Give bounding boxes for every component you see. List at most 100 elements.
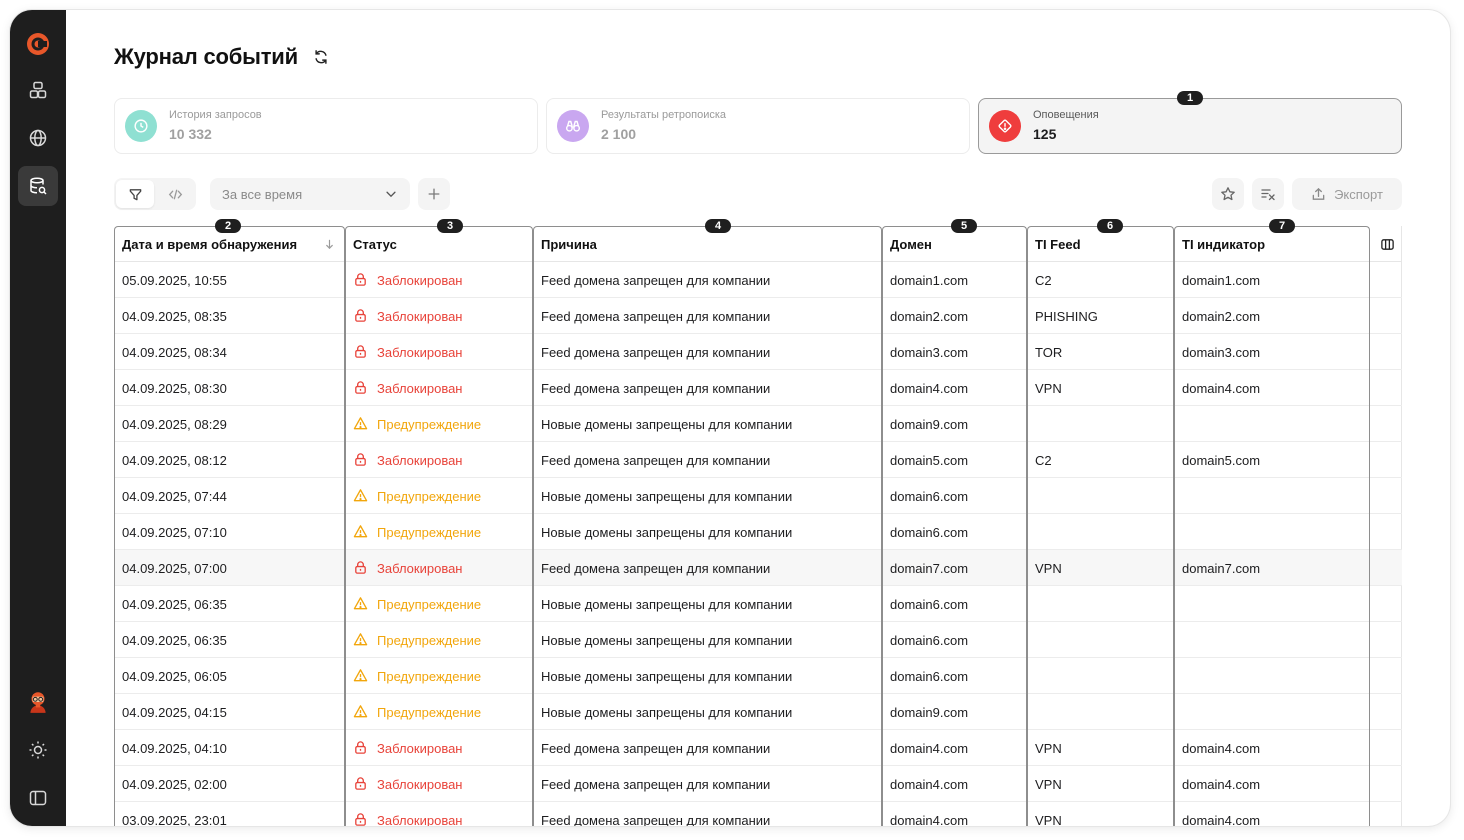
table-row[interactable]: 04.09.2025, 07:10 Предупреждение Новые дом… (114, 514, 1402, 550)
alert-diamond-icon (989, 110, 1021, 142)
cell-reason: Новые домены запрещены для компании (541, 416, 793, 432)
columns-icon[interactable] (1372, 226, 1402, 262)
warning-icon (353, 524, 369, 540)
cell-date: 04.09.2025, 08:35 (122, 308, 227, 324)
cell-status: Предупреждение (345, 694, 533, 730)
cell-status: Предупреждение (345, 586, 533, 622)
export-label: Экспорт (1334, 186, 1383, 202)
panel-icon[interactable] (18, 778, 58, 818)
cell-reason: Feed домена запрещен для компании (541, 452, 771, 468)
period-select[interactable]: За все время (210, 178, 410, 210)
filter-icon[interactable] (116, 180, 154, 208)
status-label: Предупреждение (377, 524, 482, 540)
code-icon[interactable] (156, 180, 194, 208)
cell-feed: VPN (1035, 740, 1062, 756)
period-select-value: За все время (222, 186, 303, 202)
cell-reason: Feed домена запрещен для компании (541, 272, 771, 288)
cell-status: Предупреждение (345, 406, 533, 442)
add-filter-button[interactable] (418, 178, 450, 210)
cell-domain: domain2.com (890, 308, 969, 324)
cell-domain: domain5.com (890, 452, 969, 468)
cell-feed: TOR (1035, 344, 1063, 360)
cell-feed: C2 (1035, 452, 1052, 468)
table-row[interactable]: 04.09.2025, 07:00 Заблокирован Feed домена… (114, 550, 1402, 586)
table-row[interactable]: 04.09.2025, 08:34 Заблокирован Feed домена… (114, 334, 1402, 370)
cell-status: Предупреждение (345, 514, 533, 550)
cell-domain: domain4.com (890, 812, 969, 827)
cell-date: 04.09.2025, 07:44 (122, 488, 227, 504)
table-row[interactable]: 04.09.2025, 08:35 Заблокирован Feed домена… (114, 298, 1402, 334)
clear-sort-button[interactable] (1252, 178, 1284, 210)
globe-icon[interactable] (18, 118, 58, 158)
status-label: Предупреждение (377, 704, 482, 720)
cell-domain: domain9.com (890, 704, 969, 720)
cell-domain: domain6.com (890, 488, 969, 504)
logo-icon[interactable] (18, 24, 58, 64)
cell-domain: domain1.com (890, 272, 969, 288)
badge-7: 7 (1269, 219, 1295, 233)
avatar[interactable] (18, 682, 58, 722)
lock-icon (353, 740, 369, 756)
cell-domain: domain7.com (890, 560, 969, 576)
dashboard-icon[interactable] (18, 70, 58, 110)
toolbar-actions: Экспорт (1212, 178, 1402, 210)
page-title: Журнал событий (114, 44, 298, 69)
status-label: Заблокирован (377, 740, 463, 756)
status-label: Предупреждение (377, 596, 482, 612)
table-row[interactable]: 03.09.2025, 23:01 Заблокирован Feed домена… (114, 802, 1402, 827)
table-row[interactable]: 04.09.2025, 06:35 Предупреждение Новые дом… (114, 622, 1402, 658)
sun-icon[interactable] (18, 730, 58, 770)
table-row[interactable]: 04.09.2025, 06:35 Предупреждение Новые дом… (114, 586, 1402, 622)
cell-domain: domain4.com (890, 380, 969, 396)
table-row[interactable]: 04.09.2025, 08:12 Заблокирован Feed домена… (114, 442, 1402, 478)
card-value: 10 332 (169, 126, 212, 142)
cell-date: 04.09.2025, 04:10 (122, 740, 227, 756)
cell-reason: Feed домена запрещен для компании (541, 308, 771, 324)
table-row[interactable]: 04.09.2025, 08:29 Предупреждение Новые дом… (114, 406, 1402, 442)
status-label: Предупреждение (377, 416, 482, 432)
favorite-button[interactable] (1212, 178, 1244, 210)
cell-domain: domain4.com (890, 740, 969, 756)
cell-feed (1027, 514, 1174, 550)
cell-reason: Feed домена запрещен для компании (541, 344, 771, 360)
sort-arrow-down-icon[interactable] (324, 239, 335, 250)
cell-feed (1027, 622, 1174, 658)
card-retro-search[interactable]: Результаты ретропоиска 2 100 (546, 98, 970, 154)
table-row[interactable]: 04.09.2025, 02:00 Заблокирован Feed домена… (114, 766, 1402, 802)
card-request-history[interactable]: История запросов 10 332 (114, 98, 538, 154)
table-row[interactable]: 04.09.2025, 06:05 Предупреждение Новые дом… (114, 658, 1402, 694)
database-search-icon[interactable] (18, 166, 58, 206)
card-label: Оповещения (1033, 109, 1099, 121)
export-button[interactable]: Экспорт (1292, 178, 1402, 210)
cell-date: 04.09.2025, 08:30 (122, 380, 227, 396)
app-window: Журнал событий История запросов 10 332 Р… (10, 10, 1450, 826)
status-label: Предупреждение (377, 488, 482, 504)
refresh-icon[interactable] (312, 48, 330, 66)
cell-reason: Новые домены запрещены для компании (541, 524, 793, 540)
table-header: Дата и время обнаружения Статус Причина … (114, 226, 1402, 262)
cell-feed: VPN (1035, 380, 1062, 396)
status-label: Заблокирован (377, 272, 463, 288)
cell-status: Предупреждение (345, 622, 533, 658)
warning-icon (353, 632, 369, 648)
plus-icon (428, 188, 440, 200)
table-row[interactable]: 04.09.2025, 04:15 Предупреждение Новые дом… (114, 694, 1402, 730)
cell-reason: Новые домены запрещены для компании (541, 632, 793, 648)
card-alerts[interactable]: Оповещения 125 (978, 98, 1402, 154)
table-row[interactable]: 05.09.2025, 10:55 Заблокирован Feed домена… (114, 262, 1402, 298)
table-row[interactable]: 04.09.2025, 08:30 Заблокирован Feed домена… (114, 370, 1402, 406)
cell-indicator: domain4.com (1182, 776, 1261, 792)
cell-status: Заблокирован (345, 442, 533, 478)
cell-feed (1027, 658, 1174, 694)
lock-icon (353, 272, 369, 288)
cell-indicator (1174, 478, 1370, 514)
cell-reason: Feed домена запрещен для компании (541, 776, 771, 792)
table-row[interactable]: 04.09.2025, 07:44 Предупреждение Новые дом… (114, 478, 1402, 514)
cell-status: Предупреждение (345, 478, 533, 514)
upload-icon (1312, 187, 1325, 200)
cell-domain: domain6.com (890, 668, 969, 684)
status-label: Заблокирован (377, 380, 463, 396)
table-row[interactable]: 04.09.2025, 04:10 Заблокирован Feed домена… (114, 730, 1402, 766)
status-label: Заблокирован (377, 776, 463, 792)
cell-feed: VPN (1035, 560, 1062, 576)
